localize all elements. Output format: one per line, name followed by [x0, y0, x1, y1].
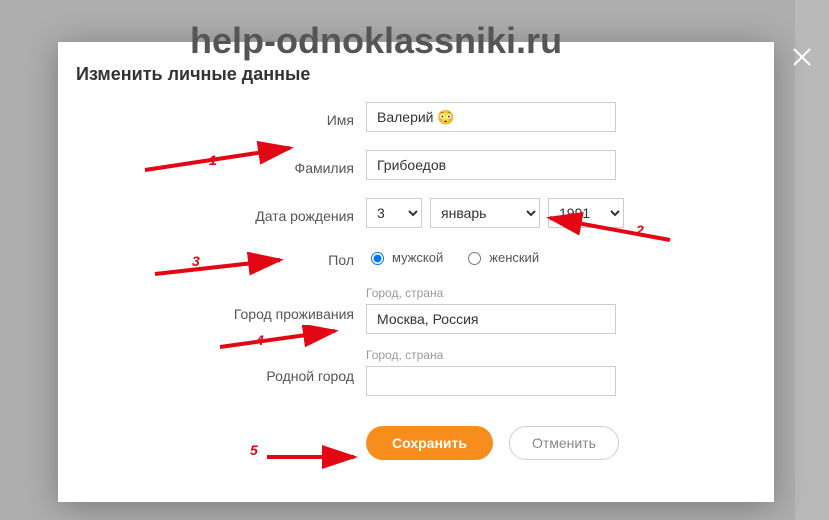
annotation-1: 1	[209, 152, 217, 168]
city-live-input[interactable]	[366, 304, 616, 334]
gender-female-option[interactable]: женский	[463, 249, 539, 265]
label-city-home: Родной город	[58, 348, 366, 384]
month-select[interactable]: январь	[430, 198, 540, 228]
row-city-home: Родной город Город, страна	[58, 348, 774, 396]
name-input[interactable]	[366, 102, 616, 132]
gender-female-label: женский	[489, 250, 539, 265]
sublabel-city-live: Город, страна	[366, 286, 616, 300]
gender-radio-group: мужской женский	[366, 249, 553, 265]
city-home-input[interactable]	[366, 366, 616, 396]
close-icon[interactable]	[791, 46, 813, 73]
row-name: Имя	[58, 102, 774, 132]
annotation-4: 4	[256, 332, 264, 348]
gender-male-label: мужской	[392, 250, 443, 265]
row-surname: Фамилия	[58, 150, 774, 180]
label-city-live: Город проживания	[58, 286, 366, 322]
modal-title: Изменить личные данные	[76, 64, 310, 85]
label-gender: Пол	[58, 246, 366, 268]
annotation-3: 3	[192, 253, 200, 269]
annotation-5: 5	[250, 442, 258, 458]
gender-male-option[interactable]: мужской	[366, 249, 443, 265]
save-button[interactable]: Сохранить	[366, 426, 493, 460]
gender-female-radio[interactable]	[468, 252, 481, 265]
cancel-button[interactable]: Отменить	[509, 426, 619, 460]
edit-profile-modal: Изменить личные данные Имя Фамилия Дата …	[58, 42, 774, 502]
row-city-live: Город проживания Город, страна	[58, 286, 774, 334]
row-gender: Пол мужской женский	[58, 246, 774, 268]
label-birthdate: Дата рождения	[58, 202, 366, 224]
gender-male-radio[interactable]	[371, 252, 384, 265]
surname-input[interactable]	[366, 150, 616, 180]
label-name: Имя	[58, 106, 366, 128]
profile-form: Имя Фамилия Дата рождения 3 январь 1991 …	[58, 102, 774, 460]
sublabel-city-home: Город, страна	[366, 348, 616, 362]
annotation-2: 2	[636, 222, 644, 238]
year-select[interactable]: 1991	[548, 198, 624, 228]
button-row: Сохранить Отменить	[366, 426, 774, 460]
day-select[interactable]: 3	[366, 198, 422, 228]
row-birthdate: Дата рождения 3 январь 1991	[58, 198, 774, 228]
